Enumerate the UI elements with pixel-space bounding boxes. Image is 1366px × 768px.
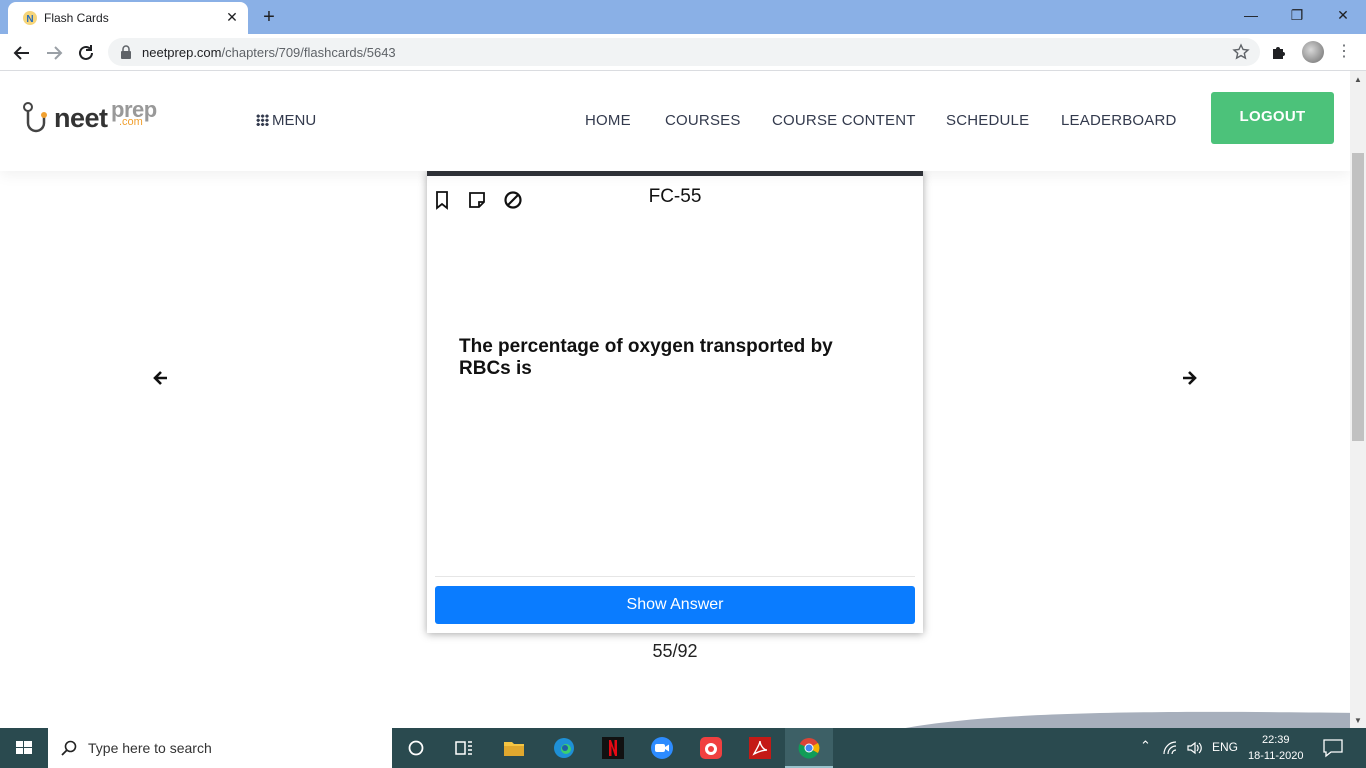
zoom-icon[interactable] <box>650 736 674 760</box>
neetprep-logo[interactable]: neet prep .com <box>20 97 170 143</box>
windows-taskbar: Type here to search ⌃ ENG 22:39 18-11-20… <box>0 728 1366 768</box>
wifi-icon[interactable] <box>1162 740 1180 756</box>
minimize-icon[interactable]: — <box>1228 0 1274 32</box>
tab-close-icon[interactable]: ✕ <box>224 9 240 25</box>
neetprep-favicon-icon: N <box>23 11 37 25</box>
site-header: neet prep .com MENU HOME COURSES COURSE … <box>0 71 1350 171</box>
logo-neet-text: neet <box>54 103 108 133</box>
nav-schedule[interactable]: SCHEDULE <box>946 112 1029 129</box>
notifications-icon[interactable] <box>1322 738 1344 758</box>
task-view-icon[interactable] <box>452 736 476 760</box>
chrome-taskbar-button[interactable] <box>785 728 833 768</box>
menu-label: MENU <box>272 112 317 129</box>
bookmark-star-icon[interactable] <box>1232 43 1250 61</box>
forward-arrow-icon[interactable] <box>41 40 67 66</box>
decorative-wave <box>905 711 1350 728</box>
card-counter: 55/92 <box>652 641 698 661</box>
lock-icon <box>121 45 131 59</box>
nav-courses[interactable]: COURSES <box>665 112 741 129</box>
browser-toolbar: neetprep.com/chapters/709/flashcards/564… <box>0 34 1366 71</box>
screen-recorder-icon[interactable] <box>699 736 723 760</box>
url-path: /chapters/709/flashcards/5643 <box>221 45 396 60</box>
menu-toggle[interactable]: MENU <box>256 112 316 129</box>
page-scrollbar[interactable]: ▲ ▼ <box>1350 71 1366 728</box>
url-text: neetprep.com/chapters/709/flashcards/564… <box>142 45 396 60</box>
stethoscope-icon <box>23 102 47 133</box>
restore-icon[interactable]: ❐ <box>1274 0 1320 32</box>
browser-tab[interactable]: N Flash Cards ✕ <box>8 2 248 34</box>
nav-home[interactable]: HOME <box>585 112 631 129</box>
new-tab-icon[interactable]: + <box>258 6 280 28</box>
taskbar-search-placeholder: Type here to search <box>88 740 212 756</box>
profile-avatar[interactable] <box>1302 41 1324 63</box>
scroll-down-icon[interactable]: ▼ <box>1350 714 1366 728</box>
show-answer-button[interactable]: Show Answer <box>435 586 915 624</box>
system-clock[interactable]: 22:39 18-11-2020 <box>1248 732 1303 764</box>
web-page: neet prep .com MENU HOME COURSES COURSE … <box>0 71 1350 728</box>
nav-leaderboard[interactable]: LEADERBOARD <box>1061 112 1177 129</box>
search-icon <box>61 740 77 756</box>
volume-icon[interactable] <box>1186 740 1204 756</box>
logout-button[interactable]: LOGOUT <box>1211 92 1334 144</box>
previous-card-arrow-icon[interactable] <box>151 368 171 388</box>
tab-title: Flash Cards <box>44 11 109 25</box>
clock-date: 18-11-2020 <box>1248 750 1304 762</box>
flashcard-id: FC-55 <box>648 186 702 207</box>
card-divider <box>435 576 915 577</box>
reload-icon[interactable] <box>73 40 99 66</box>
svg-text:N: N <box>26 14 33 25</box>
flashcard: FC-55 The percentage of oxygen transport… <box>427 171 923 633</box>
windows-start-icon[interactable] <box>0 728 48 768</box>
file-explorer-icon[interactable] <box>502 736 526 760</box>
next-card-arrow-icon[interactable] <box>1179 368 1199 388</box>
browser-tab-strip: N Flash Cards ✕ + — ❐ ✕ <box>0 0 1366 34</box>
clock-time: 22:39 <box>1261 734 1290 746</box>
grid-menu-icon <box>256 114 269 126</box>
flashcard-question: The percentage of oxygen transported by … <box>459 336 833 379</box>
address-bar[interactable]: neetprep.com/chapters/709/flashcards/564… <box>108 38 1260 66</box>
scrollbar-thumb[interactable] <box>1352 153 1364 441</box>
url-host: neetprep.com <box>142 45 222 60</box>
chrome-icon <box>798 738 820 759</box>
browser-menu-icon[interactable]: ⋮ <box>1336 42 1352 62</box>
logo-com-text: .com <box>119 116 143 128</box>
edge-browser-icon[interactable] <box>552 736 576 760</box>
back-arrow-icon[interactable] <box>9 40 35 66</box>
acrobat-reader-icon[interactable] <box>748 736 772 760</box>
window-close-icon[interactable]: ✕ <box>1320 0 1366 32</box>
netflix-icon[interactable] <box>601 736 625 760</box>
scroll-up-icon[interactable]: ▲ <box>1350 73 1366 87</box>
language-indicator[interactable]: ENG <box>1212 740 1238 754</box>
extensions-puzzle-icon[interactable] <box>1270 43 1288 61</box>
taskbar-search-box[interactable]: Type here to search <box>48 728 392 768</box>
show-hidden-icons-chevron-icon[interactable]: ⌃ <box>1140 738 1151 754</box>
nav-course-content[interactable]: COURSE CONTENT <box>772 112 916 129</box>
cortana-icon[interactable] <box>404 736 428 760</box>
